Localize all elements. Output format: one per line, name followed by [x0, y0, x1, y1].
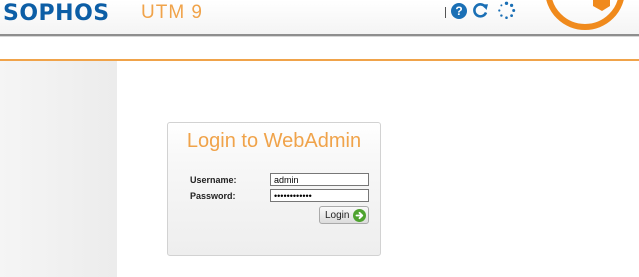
header-bar: SOPHOS UTM 9 ? — [0, 0, 639, 34]
login-title: Login to WebAdmin — [186, 130, 362, 152]
password-label: Password: — [190, 191, 236, 201]
username-input[interactable] — [270, 173, 369, 186]
product-name: UTM 9 — [141, 2, 203, 23]
header-divider-shadow — [0, 36, 639, 37]
login-panel: Login to WebAdmin Username: Password: Lo… — [167, 122, 381, 256]
logo-mark — [546, 0, 624, 30]
left-panel — [0, 61, 117, 277]
loading-icon — [498, 1, 516, 19]
login-button-label: Login — [325, 210, 350, 221]
help-icon[interactable]: ? — [451, 3, 467, 19]
arrow-right-icon — [353, 209, 366, 222]
header-separator — [445, 7, 446, 18]
brand-logo: SOPHOS — [3, 1, 110, 26]
login-button[interactable]: Login — [319, 206, 369, 224]
refresh-icon[interactable] — [472, 2, 489, 19]
password-input[interactable] — [270, 189, 369, 202]
username-label: Username: — [190, 175, 237, 185]
